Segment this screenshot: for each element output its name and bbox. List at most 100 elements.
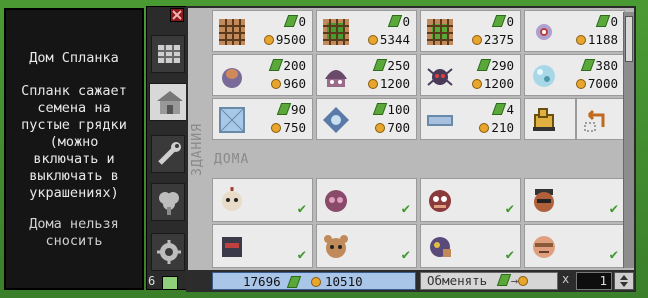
- window-icon: [219, 107, 245, 133]
- shop-item[interactable]: 0 9500: [212, 10, 313, 52]
- coin-icon: [271, 79, 282, 89]
- gem-icon: [496, 274, 511, 286]
- move-arrow-icon: [584, 109, 605, 132]
- coin-icon: [471, 35, 482, 45]
- tab-trees[interactable]: [151, 183, 185, 221]
- portal-icon: [323, 107, 349, 133]
- close-button[interactable]: [170, 8, 184, 22]
- owned-check-icon: ✔: [297, 247, 306, 263]
- section-label-buildings: ЗДАНИЯ: [190, 123, 205, 176]
- helmet-icon: [325, 70, 347, 87]
- snail-icon: [536, 24, 552, 40]
- shop-item[interactable]: 4 210: [420, 98, 521, 140]
- owned-check-icon: ✔: [505, 201, 514, 217]
- gem-icon: [276, 103, 292, 115]
- coin-icon: [471, 79, 482, 89]
- quantity-input[interactable]: 1: [576, 272, 612, 290]
- home-item[interactable]: ✔: [420, 178, 521, 222]
- home-item[interactable]: ✔: [420, 224, 521, 268]
- currency-display: 17696 10510: [212, 272, 416, 290]
- spider-icon: [427, 68, 453, 86]
- shop-item[interactable]: 200 960: [212, 54, 313, 96]
- gem-icon: [373, 59, 388, 71]
- bubble-icon: [533, 65, 555, 87]
- category-tabs: [146, 6, 189, 290]
- shop-item[interactable]: 0 1188: [524, 10, 625, 52]
- tooltip-panel: Дом Спланка Спланк сажает семена на пуст…: [4, 8, 144, 290]
- owned-check-icon: ✔: [609, 247, 618, 263]
- crane-icon: [533, 108, 555, 131]
- face-icon: [222, 237, 242, 257]
- tab-tools[interactable]: [151, 135, 185, 173]
- toggle-box[interactable]: [162, 276, 178, 290]
- gem-icon: [373, 103, 388, 115]
- home-item[interactable]: ✔: [316, 224, 417, 268]
- fence-grid-icon: [219, 19, 245, 45]
- fence-grid-icon: [427, 19, 453, 45]
- tooltip-warning: Дома нельзя сносить: [29, 216, 119, 249]
- farm-icon: [158, 45, 180, 63]
- tab-buildings[interactable]: [149, 83, 189, 121]
- face-icon: [534, 189, 554, 212]
- tooltip-description: Спланк сажает семена на пустые грядки (м…: [21, 83, 127, 201]
- tooltip-title: Дом Спланка: [29, 50, 119, 66]
- coin-icon: [518, 276, 529, 286]
- tab-farm[interactable]: [151, 35, 185, 73]
- shop-item[interactable]: 380 7000: [524, 54, 625, 96]
- tree-icon: [159, 192, 179, 215]
- shop-item[interactable]: 290 1200: [420, 54, 521, 96]
- stepper-arrows-icon: [620, 275, 628, 287]
- move-building-button[interactable]: [576, 98, 626, 140]
- coin-icon: [575, 79, 586, 89]
- gem-icon: [596, 15, 611, 27]
- shop-item[interactable]: [524, 98, 576, 140]
- coin-icon: [575, 35, 586, 45]
- face-icon: [429, 190, 451, 212]
- shop-item[interactable]: 100 700: [316, 98, 417, 140]
- shop-item[interactable]: 0 5344: [316, 10, 417, 52]
- tab-settings[interactable]: [151, 233, 185, 271]
- face-icon: [324, 235, 348, 258]
- owned-check-icon: ✔: [297, 201, 306, 217]
- coin-icon: [271, 123, 282, 133]
- bench-icon: [427, 115, 453, 126]
- coin-icon: [375, 123, 386, 133]
- home-item[interactable]: ✔: [212, 178, 313, 222]
- home-item[interactable]: ✔: [524, 224, 625, 268]
- owned-check-icon: ✔: [401, 247, 410, 263]
- page-count: 6: [148, 274, 156, 288]
- gear-icon: [157, 240, 181, 264]
- close-icon: [172, 10, 182, 20]
- face-icon: [533, 236, 555, 258]
- shop-item[interactable]: 250 1200: [316, 54, 417, 96]
- house-icon: [157, 91, 183, 114]
- home-item[interactable]: ✔: [212, 224, 313, 268]
- owned-check-icon: ✔: [401, 201, 410, 217]
- gem-icon: [492, 15, 507, 27]
- face-icon: [222, 187, 242, 211]
- gem-icon: [581, 59, 596, 71]
- coin-icon: [367, 35, 378, 45]
- shop-item[interactable]: 0 2375: [420, 10, 521, 52]
- fence-grid-icon: [323, 19, 349, 45]
- coin-icon: [263, 35, 274, 45]
- home-item[interactable]: ✔: [316, 178, 417, 222]
- tools-icon: [158, 142, 181, 165]
- arrow-right-icon: →: [510, 273, 519, 288]
- gem-icon: [284, 15, 299, 27]
- coin-icon: [367, 79, 378, 89]
- gem-icon: [286, 276, 302, 288]
- home-item[interactable]: ✔: [524, 178, 625, 222]
- scrollbar[interactable]: [623, 12, 634, 268]
- gem-icon: [477, 59, 492, 71]
- shop-item[interactable]: 90 750: [212, 98, 313, 140]
- section-label-homes: ДОМА: [214, 152, 250, 167]
- quantity-stepper[interactable]: [614, 272, 634, 290]
- face-icon: [325, 190, 347, 212]
- face-icon: [430, 237, 451, 257]
- gem-icon: [492, 103, 507, 115]
- scrollbar-thumb[interactable]: [625, 16, 633, 62]
- exchange-button[interactable]: Обменять →: [420, 272, 558, 290]
- multiplier-label: x: [562, 272, 570, 286]
- coin-icon: [479, 123, 490, 133]
